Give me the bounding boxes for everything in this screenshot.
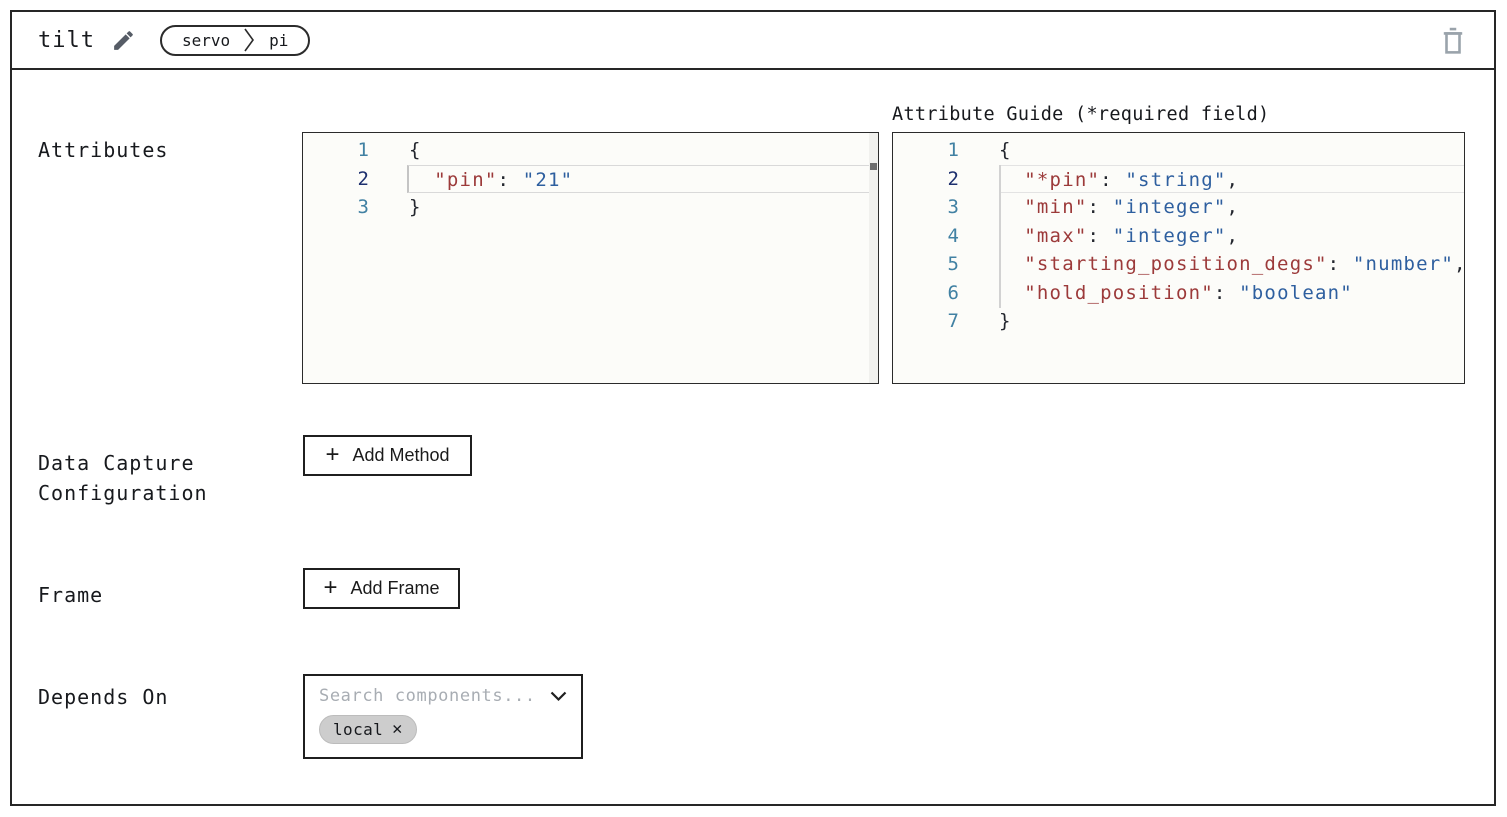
code-token: [999, 196, 1024, 218]
depends-on-label: Depends On: [38, 682, 168, 712]
code-text: "pin": "21": [407, 165, 878, 194]
line-number: 7: [893, 307, 959, 336]
line-number: 5: [893, 250, 959, 279]
chevron-right-icon: [244, 27, 255, 53]
code-line: 1{: [303, 136, 878, 165]
code-line: 4 "max": "integer",: [893, 222, 1464, 251]
component-card: tilt servo pi Attributes 1{2 "pin": "21"…: [10, 10, 1496, 806]
code-token: ,: [1227, 225, 1240, 247]
code-token: "21": [523, 169, 574, 191]
code-token: [999, 169, 1024, 191]
data-capture-label: Data Capture Configuration: [38, 448, 243, 508]
editor-scrollbar[interactable]: [869, 133, 878, 383]
trash-icon[interactable]: [1440, 26, 1466, 60]
chevron-down-icon[interactable]: [550, 691, 567, 702]
line-number: 3: [893, 193, 959, 222]
code-token: "max": [1024, 225, 1087, 247]
code-token: "integer": [1113, 225, 1227, 247]
code-line: 6 "hold_position": "boolean": [893, 279, 1464, 308]
add-method-button[interactable]: + Add Method: [303, 435, 472, 476]
code-text: "*pin": "string",: [999, 165, 1464, 194]
x-icon[interactable]: ✕: [392, 721, 403, 738]
code-line: 2 "*pin": "string",: [893, 165, 1464, 194]
code-token: [999, 282, 1024, 304]
code-token: "pin": [434, 169, 497, 191]
combo-input-row: [319, 686, 567, 706]
breadcrumb-type: servo: [182, 31, 230, 50]
code-token: {: [999, 139, 1012, 161]
code-token: "integer": [1113, 196, 1227, 218]
code-token: }: [999, 310, 1012, 332]
add-frame-label: Add Frame: [350, 578, 439, 599]
component-header: tilt servo pi: [12, 12, 1494, 70]
attributes-label: Attributes: [38, 135, 168, 165]
code-token: :: [497, 169, 522, 191]
breadcrumb: servo pi: [160, 25, 310, 56]
line-number: 1: [303, 136, 369, 165]
search-components-input[interactable]: [319, 686, 544, 706]
code-line: 7}: [893, 307, 1464, 336]
code-token: [999, 225, 1024, 247]
code-token: :: [1100, 169, 1125, 191]
code-token: [409, 169, 434, 191]
code-token: ,: [1227, 196, 1240, 218]
code-text: {: [409, 136, 878, 165]
code-line: 1{: [893, 136, 1464, 165]
line-number: 2: [893, 165, 959, 194]
breadcrumb-model: pi: [269, 31, 288, 50]
code-text: "max": "integer",: [999, 222, 1464, 251]
code-token: "number": [1353, 253, 1454, 275]
code-line: 3 "min": "integer",: [893, 193, 1464, 222]
code-text: "starting_position_degs": "number",: [999, 250, 1465, 279]
code-token: "*pin": [1024, 169, 1100, 191]
line-number: 3: [303, 193, 369, 222]
line-number: 1: [893, 136, 959, 165]
code-text: "min": "integer",: [999, 193, 1464, 222]
line-number: 4: [893, 222, 959, 251]
code-text: {: [999, 136, 1464, 165]
dependency-chip: local ✕: [319, 715, 417, 744]
code-token: ,: [1454, 253, 1465, 275]
code-token: "starting_position_degs": [1024, 253, 1327, 275]
attribute-guide-editor: 1{2 "*pin": "string",3 "min": "integer",…: [892, 132, 1465, 384]
component-name: tilt: [38, 28, 95, 53]
code-line: 5 "starting_position_degs": "number",: [893, 250, 1464, 279]
code-text: "hold_position": "boolean": [999, 279, 1464, 308]
line-number: 2: [303, 165, 369, 194]
add-method-label: Add Method: [352, 445, 449, 466]
plus-icon: +: [323, 576, 337, 600]
code-line: 3}: [303, 193, 878, 222]
frame-label: Frame: [38, 580, 103, 610]
overview-ruler-marker: [870, 163, 877, 170]
code-token: :: [1328, 253, 1353, 275]
code-text: }: [409, 193, 878, 222]
code-text: }: [999, 307, 1464, 336]
code-token: [999, 253, 1024, 275]
attributes-json-editor[interactable]: 1{2 "pin": "21"3}: [302, 132, 879, 384]
code-token: ,: [1227, 169, 1240, 191]
code-token: "boolean": [1239, 282, 1353, 304]
code-token: "min": [1024, 196, 1087, 218]
code-token: :: [1087, 196, 1112, 218]
depends-on-combobox[interactable]: local ✕: [303, 674, 583, 759]
code-token: :: [1087, 225, 1112, 247]
code-token: "hold_position": [1024, 282, 1214, 304]
code-token: "string": [1125, 169, 1226, 191]
line-number: 6: [893, 279, 959, 308]
indent-guide: [999, 165, 1001, 308]
code-token: :: [1214, 282, 1239, 304]
pencil-icon[interactable]: [111, 28, 136, 53]
plus-icon: +: [325, 443, 339, 467]
add-frame-button[interactable]: + Add Frame: [303, 568, 460, 609]
code-token: }: [409, 196, 422, 218]
code-token: {: [409, 139, 422, 161]
dependency-chip-label: local: [333, 720, 383, 739]
code-line: 2 "pin": "21": [303, 165, 878, 194]
attribute-guide-label: Attribute Guide (*required field): [892, 104, 1269, 125]
